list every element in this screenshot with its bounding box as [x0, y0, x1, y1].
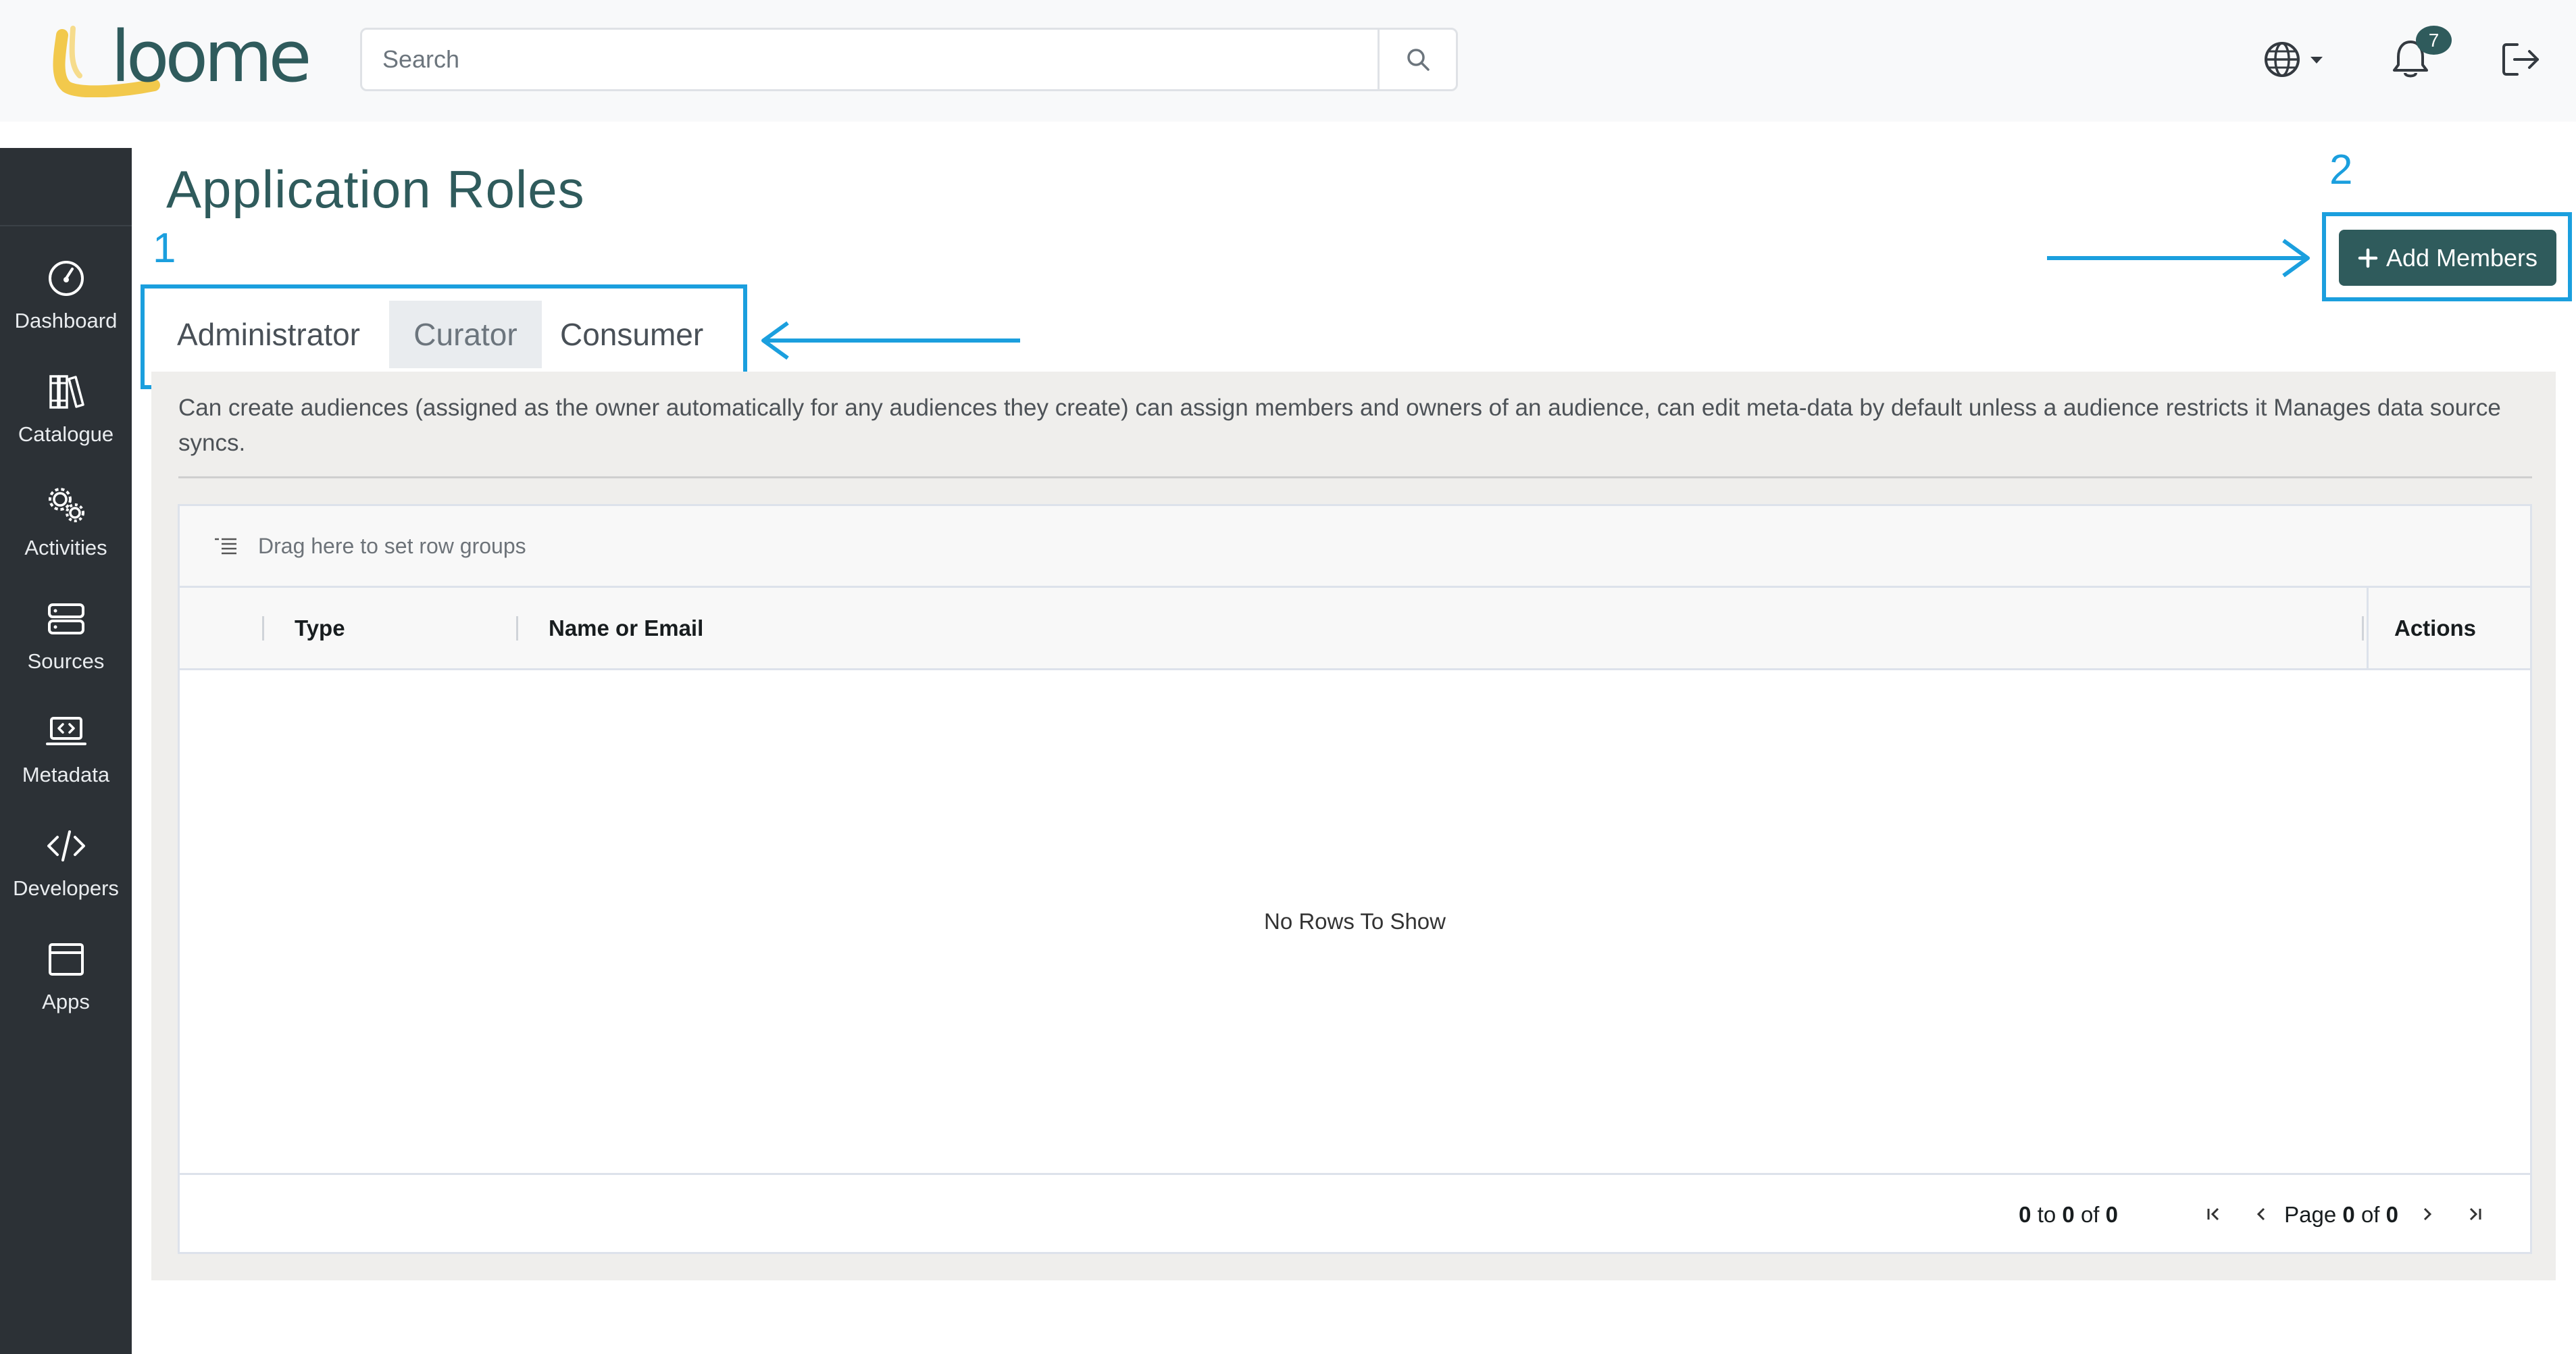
- gauge-icon: [48, 261, 84, 296]
- search-box: [360, 28, 1458, 91]
- column-resize-handle[interactable]: [516, 616, 518, 641]
- first-page-button[interactable]: [2200, 1201, 2227, 1228]
- sidebar-item-catalogue[interactable]: Catalogue: [0, 361, 132, 463]
- column-resize-handle[interactable]: [262, 616, 264, 641]
- globe-icon: [2265, 42, 2323, 77]
- sidebar-item-metadata[interactable]: Metadata: [0, 702, 132, 803]
- row-group-placeholder: Drag here to set row groups: [258, 533, 526, 558]
- last-page-button[interactable]: [2461, 1201, 2488, 1228]
- page-of-word: of: [2360, 1201, 2380, 1227]
- sidebar-item-apps[interactable]: Apps: [0, 929, 132, 1030]
- sidebar-item-label: Developers: [13, 876, 119, 900]
- summary-to: 0: [2062, 1201, 2075, 1227]
- actions-column-divider: [2367, 588, 2369, 668]
- description-divider: [178, 476, 2532, 478]
- summary-of-word: of: [2080, 1201, 2100, 1227]
- server-icon: [47, 603, 84, 634]
- logo-wordmark: loome: [111, 19, 308, 97]
- column-resize-handle[interactable]: [2362, 616, 2364, 641]
- grid-empty-message: No Rows To Show: [1263, 909, 1446, 934]
- annotation-box-add-members: [2322, 212, 2572, 301]
- row-count-summary: 0 to 0 of 0: [2019, 1175, 2118, 1254]
- previous-page-button[interactable]: [2248, 1201, 2275, 1228]
- summary-from: 0: [2019, 1201, 2031, 1227]
- column-header-name-or-email[interactable]: Name or Email: [549, 588, 703, 668]
- top-navbar: loome 7: [0, 0, 2576, 122]
- search-button[interactable]: [1378, 30, 1456, 89]
- search-icon: [1407, 49, 1430, 71]
- last-page-icon: [2469, 1207, 2481, 1221]
- summary-to-word: to: [2037, 1201, 2056, 1227]
- current-page: 0: [2342, 1201, 2355, 1227]
- loome-logo[interactable]: loome: [53, 16, 336, 98]
- grid-pagination: 0 to 0 of 0 Page 0 of 0: [180, 1173, 2530, 1254]
- books-icon: [49, 375, 84, 409]
- sidebar-item-label: Dashboard: [14, 309, 118, 332]
- sidebar-item-label: Activities: [24, 536, 107, 559]
- row-group-dropzone[interactable]: Drag here to set row groups: [180, 506, 2530, 588]
- grid-header-row: Type Name or Email Actions: [180, 588, 2530, 670]
- sidebar-item-label: Metadata: [22, 763, 110, 786]
- notification-count-badge: 7: [2416, 26, 2452, 55]
- code-icon: [47, 830, 85, 861]
- annotation-number-2: 2: [2329, 147, 2353, 193]
- sidebar: Dashboard Catalogue Activities Sources M…: [0, 148, 132, 1354]
- annotation-number-1: 1: [153, 225, 176, 272]
- sidebar-item-label: Sources: [27, 649, 105, 673]
- sidebar-item-label: Catalogue: [18, 422, 114, 446]
- logo-mark: loome: [53, 16, 312, 98]
- summary-total: 0: [2105, 1201, 2118, 1227]
- column-header-actions: Actions: [2394, 615, 2477, 641]
- annotation-arrow-left: [761, 321, 1020, 360]
- sidebar-item-dashboard[interactable]: Dashboard: [0, 248, 132, 349]
- sidebar-item-label: Apps: [42, 990, 90, 1013]
- chevron-right-icon: [2423, 1207, 2432, 1221]
- laptop-code-icon: [45, 717, 86, 745]
- sidebar-item-activities[interactable]: Activities: [0, 475, 132, 576]
- next-page-button[interactable]: [2414, 1201, 2441, 1228]
- column-header-type[interactable]: Type: [295, 588, 345, 668]
- language-selector[interactable]: [2263, 32, 2328, 86]
- page-indicator: Page 0 of 0: [2284, 1175, 2398, 1254]
- members-grid: Drag here to set row groups Type Name or…: [178, 504, 2532, 1254]
- role-description: Can create audiences (assigned as the ow…: [178, 395, 2501, 456]
- sidebar-divider: [0, 225, 132, 226]
- first-page-icon: [2207, 1207, 2219, 1221]
- search-input[interactable]: [362, 30, 1380, 89]
- annotation-arrow-right: [2047, 239, 2310, 278]
- total-pages: 0: [2385, 1201, 2398, 1227]
- sidebar-item-developers[interactable]: Developers: [0, 816, 132, 917]
- chevron-down-icon: [2310, 57, 2323, 64]
- page-title: Application Roles: [166, 159, 585, 219]
- page-word: Page: [2284, 1201, 2337, 1227]
- gears-icon: [48, 488, 84, 522]
- chevron-left-icon: [2256, 1207, 2265, 1221]
- logout-icon: [2502, 43, 2539, 76]
- logout-button[interactable]: [2500, 32, 2543, 86]
- row-groups-icon: [215, 538, 236, 555]
- sidebar-item-sources[interactable]: Sources: [0, 588, 132, 690]
- window-icon: [48, 943, 84, 976]
